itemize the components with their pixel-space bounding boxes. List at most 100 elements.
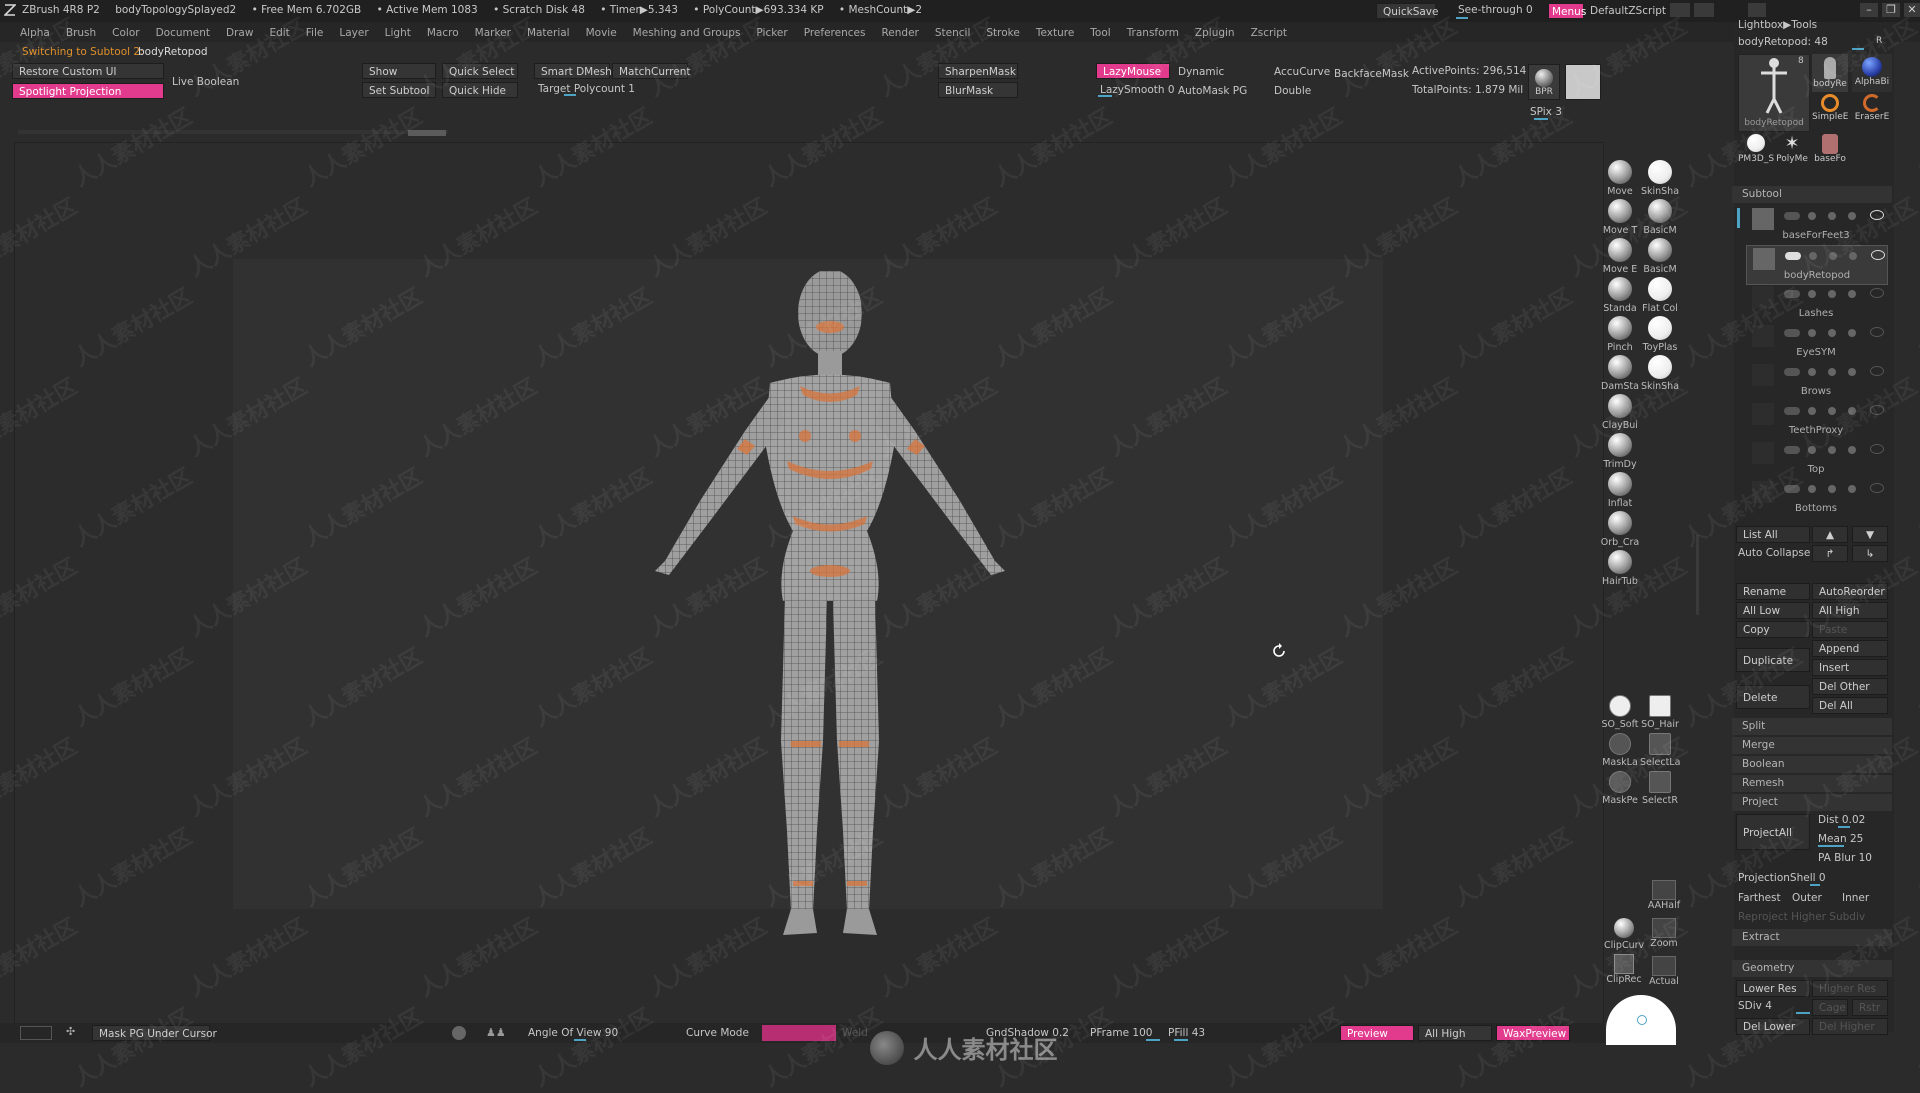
backface-mask-button[interactable]: BackfaceMask [1334, 68, 1409, 80]
curve-mode-button[interactable]: Curve Mode [686, 1027, 749, 1039]
see-through-slider[interactable]: See-through 0 [1458, 4, 1533, 16]
extract-section[interactable]: Extract [1732, 929, 1892, 946]
frame-icon[interactable] [20, 1026, 52, 1040]
lazy-mouse-button[interactable]: LazyMouse [1096, 63, 1170, 79]
brush-button[interactable]: BasicM [1640, 238, 1680, 276]
eye-icon[interactable] [1871, 250, 1885, 260]
del-higher-button[interactable]: Del Higher [1812, 1018, 1888, 1035]
subtool-option-icon[interactable] [1808, 290, 1816, 298]
del-lower-button[interactable]: Del Lower [1736, 1018, 1810, 1035]
smart-dmesh-button[interactable]: Smart DMesh [534, 63, 612, 79]
brush-button[interactable]: SkinSha [1640, 355, 1680, 393]
delete-button[interactable]: Delete [1736, 685, 1810, 709]
eye-icon[interactable] [1870, 327, 1884, 337]
menu-item[interactable]: Layer [339, 27, 368, 39]
menu-item[interactable]: Material [527, 27, 570, 39]
brush-button[interactable]: ClayBui [1600, 394, 1640, 432]
menu-item[interactable]: Edit [269, 27, 289, 39]
zoom-button[interactable]: Zoom [1644, 918, 1684, 956]
tool-thumb-bodyre[interactable]: bodyRe [1812, 54, 1848, 92]
menu-item[interactable]: Render [881, 27, 918, 39]
arrow-down-right-button[interactable]: ↳ [1852, 545, 1888, 562]
subtool-item[interactable]: Lashes [1746, 284, 1886, 322]
move-down-button[interactable]: ▼ [1852, 526, 1888, 543]
subtool-item[interactable]: Bottoms [1746, 479, 1886, 517]
restore-custom-ui-button[interactable]: Restore Custom UI [12, 63, 164, 79]
cliprect-brush[interactable]: ClipRec [1604, 954, 1644, 992]
spix-slider-bar[interactable] [1534, 118, 1548, 120]
menu-item[interactable]: Texture [1036, 27, 1074, 39]
scroll-handle[interactable] [408, 130, 446, 136]
menu-item[interactable]: Macro [427, 27, 459, 39]
subtool-toggle[interactable] [1784, 212, 1800, 220]
mean-slider[interactable]: Mean 25 [1818, 833, 1863, 845]
menu-item[interactable]: Zscript [1251, 27, 1287, 39]
menu-item[interactable]: Zplugin [1195, 27, 1235, 39]
viewport-canvas[interactable] [14, 142, 1604, 1029]
brush-button[interactable]: ToyPlas [1640, 316, 1680, 354]
menu-item[interactable]: Preferences [804, 27, 866, 39]
zbrush-logo-icon[interactable] [3, 3, 17, 17]
farthest-button[interactable]: Farthest [1738, 892, 1781, 904]
tool-button[interactable]: SO_Soft [1600, 695, 1640, 733]
menu-item[interactable]: Alpha [20, 27, 50, 39]
subtool-toggle[interactable] [1784, 368, 1800, 376]
del-other-button[interactable]: Del Other [1812, 678, 1888, 695]
tool-button[interactable]: MaskPe [1600, 771, 1640, 809]
quicksave-button[interactable]: QuickSave [1376, 3, 1438, 19]
del-all-button[interactable]: Del All [1812, 697, 1888, 714]
brush-button[interactable]: SkinSha [1640, 160, 1680, 198]
menu-item[interactable]: Stroke [986, 27, 1019, 39]
actual-button[interactable]: Actual [1644, 956, 1684, 994]
menu-item[interactable]: Picker [756, 27, 787, 39]
preview-button[interactable]: Preview [1340, 1025, 1414, 1041]
pfill-slider-bar[interactable] [1174, 1039, 1188, 1041]
spotlight-projection-button[interactable]: Spotlight Projection [12, 83, 164, 99]
mean-slider-bar[interactable] [1818, 845, 1844, 847]
tool-thumb-alphabi[interactable]: AlphaBi [1852, 54, 1892, 92]
tool-thumb-pm3d[interactable]: PM3D_S [1738, 134, 1774, 170]
sdiv-slider[interactable]: SDiv 4 [1738, 1000, 1772, 1012]
inner-button[interactable]: Inner [1842, 892, 1869, 904]
subtool-option-icon[interactable] [1848, 407, 1856, 415]
brush-button[interactable]: TrimDy [1600, 433, 1640, 471]
menu-item[interactable]: Meshing and Groups [633, 27, 741, 39]
brush-button[interactable]: HairTub [1600, 550, 1640, 588]
angle-of-view-slider[interactable]: Angle Of View 90 [528, 1027, 618, 1039]
subtool-item[interactable]: Brows [1746, 362, 1886, 400]
quick-select-button[interactable]: Quick Select [442, 63, 518, 79]
quick-hide-button[interactable]: Quick Hide [442, 82, 518, 98]
outer-button[interactable]: Outer [1792, 892, 1822, 904]
menu-item[interactable]: Brush [66, 27, 96, 39]
bpr-button[interactable]: BPR [1528, 64, 1560, 100]
subtool-option-icon[interactable] [1828, 290, 1836, 298]
lazy-smooth-slider-bar[interactable] [1098, 95, 1112, 97]
subtool-option-icon[interactable] [1848, 329, 1856, 337]
layout-icon[interactable] [1694, 3, 1714, 17]
brush-button[interactable]: Inflat [1600, 472, 1640, 510]
minimize-icon[interactable]: – [1860, 3, 1878, 17]
brush-button[interactable]: Pinch [1600, 316, 1640, 354]
subtool-toggle[interactable] [1784, 407, 1800, 415]
dist-slider-bar[interactable] [1838, 826, 1850, 828]
rename-button[interactable]: Rename [1736, 583, 1810, 600]
figures-icon[interactable]: ♟♟ [486, 1026, 512, 1040]
lightbox-tools-header[interactable]: Lightbox▶Tools [1738, 19, 1817, 31]
close-icon[interactable]: ✕ [1904, 3, 1920, 17]
clipcurve-brush[interactable]: ClipCurv [1604, 918, 1644, 956]
eye-icon[interactable] [1870, 483, 1884, 493]
show-button[interactable]: Show [362, 63, 436, 79]
append-button[interactable]: Append [1812, 640, 1888, 657]
target-polycount-slider-bar[interactable] [564, 94, 576, 96]
subtool-toggle[interactable] [1785, 252, 1801, 260]
pframe-slider[interactable]: PFrame 100 [1090, 1027, 1152, 1039]
brush-button[interactable]: Orb_Cra [1600, 511, 1640, 549]
higher-res-button[interactable]: Higher Res [1812, 980, 1888, 997]
angle-of-view-slider-bar[interactable] [574, 1039, 586, 1041]
subtool-section-header[interactable]: Subtool [1732, 186, 1892, 203]
remesh-section[interactable]: Remesh [1732, 775, 1892, 792]
subtool-option-icon[interactable] [1848, 290, 1856, 298]
restore-icon[interactable]: ❐ [1882, 3, 1900, 17]
list-all-button[interactable]: List All [1736, 526, 1810, 543]
project-all-button[interactable]: ProjectAll [1736, 814, 1810, 850]
